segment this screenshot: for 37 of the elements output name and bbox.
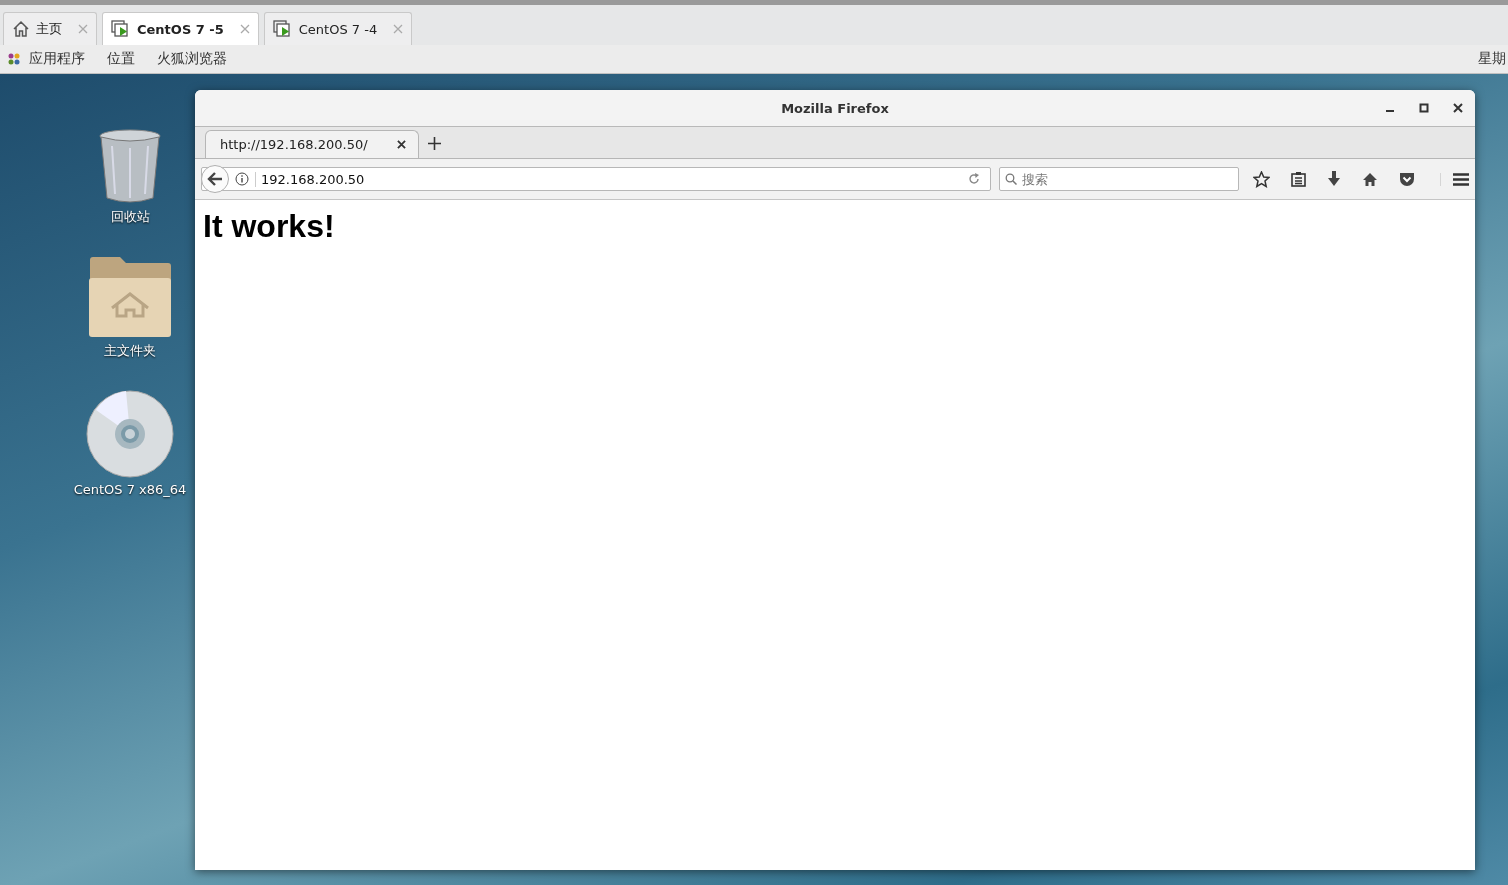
search-field[interactable]: 搜索 — [999, 167, 1239, 191]
url-text: 192.168.200.50 — [255, 171, 962, 187]
browser-tab[interactable]: http://192.168.200.50/ — [205, 130, 419, 158]
clipboard-icon[interactable] — [1291, 171, 1306, 187]
menu-icon[interactable] — [1440, 172, 1469, 186]
close-icon[interactable] — [397, 140, 406, 149]
url-field[interactable]: 192.168.200.50 — [201, 167, 991, 191]
disc-icon[interactable] — [86, 390, 174, 478]
pocket-icon[interactable] — [1399, 171, 1415, 187]
top-menu[interactable]: 位置 — [107, 50, 135, 68]
vm-tab[interactable]: CentOS 7 -4 — [263, 12, 413, 45]
download-icon[interactable] — [1327, 171, 1341, 187]
home-icon — [12, 20, 30, 38]
new-tab-icon[interactable] — [428, 137, 441, 150]
close-icon[interactable] — [1453, 103, 1463, 113]
back-arrow-icon — [207, 172, 223, 186]
folder-icon[interactable] — [88, 256, 172, 338]
star-icon[interactable] — [1253, 170, 1270, 188]
vm-icon — [272, 20, 293, 38]
home-icon[interactable] — [1362, 171, 1378, 187]
desktop-icon-label[interactable]: 主文件夹 — [104, 342, 156, 360]
desktop-icon-label[interactable]: 回收站 — [110, 208, 150, 226]
desktop-icon-label[interactable]: CentOS 7 x86_64 — [73, 482, 187, 497]
top-menu[interactable]: 应用程序 — [29, 50, 85, 68]
info-icon[interactable] — [235, 172, 249, 186]
vm-icon — [111, 20, 131, 38]
maximize-icon[interactable] — [1419, 103, 1429, 113]
trash-icon[interactable] — [98, 128, 162, 204]
vm-tab[interactable]: CentOS 7 -5 — [102, 12, 259, 45]
clock[interactable]: 星期 — [1478, 50, 1506, 68]
window-title: Mozilla Firefox — [781, 100, 889, 116]
vm-tab[interactable]: 主页 — [3, 12, 97, 45]
back-button[interactable] — [201, 165, 229, 193]
page-heading: It works! — [203, 208, 336, 245]
top-menu[interactable]: 火狐浏览器 — [157, 50, 227, 68]
reload-icon[interactable] — [968, 173, 980, 185]
apps-icon — [7, 52, 21, 66]
